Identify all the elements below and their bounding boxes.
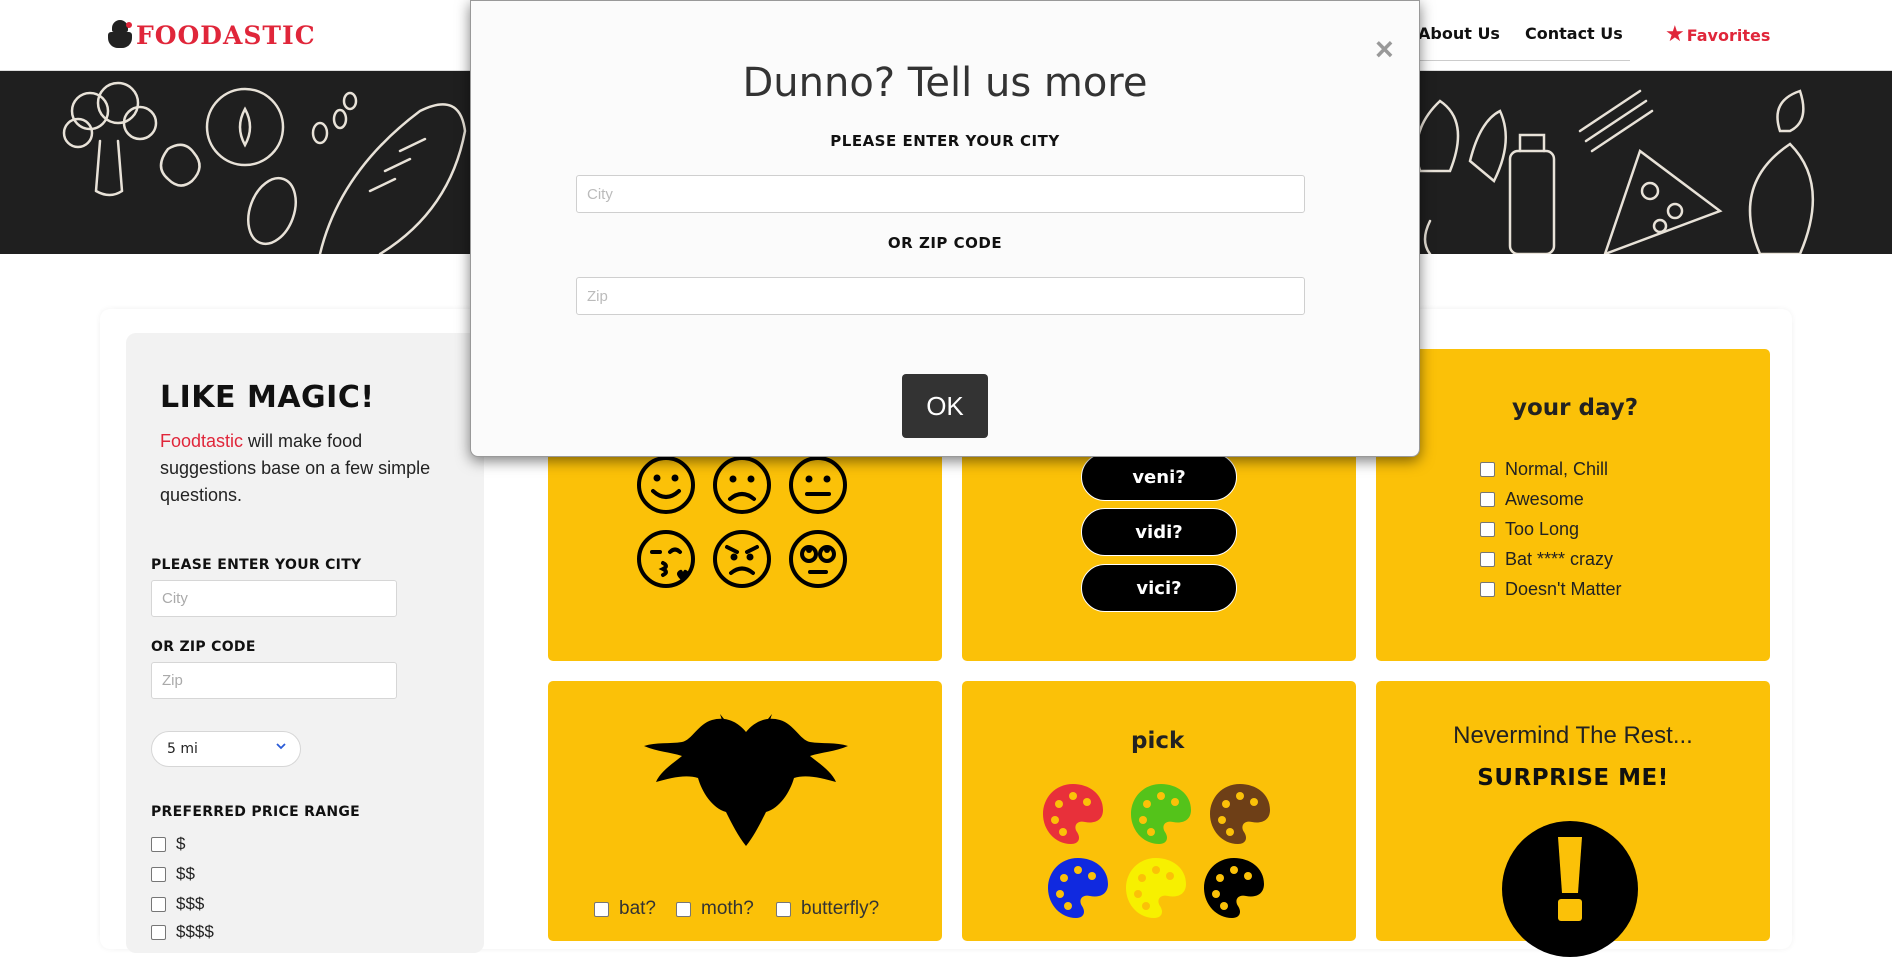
price-label: $$$$ <box>176 922 214 941</box>
palette-icon[interactable] <box>1129 782 1193 846</box>
distance-select[interactable]: 5 mi <box>151 731 301 767</box>
distance-value: 5 mi <box>167 741 198 757</box>
checkbox[interactable] <box>1480 522 1495 537</box>
modal-zip-label: OR ZIP CODE <box>887 234 1003 252</box>
surprise-me-text: SURPRISE ME! <box>1477 765 1669 791</box>
checkbox[interactable] <box>676 901 691 917</box>
modal-zip-input[interactable] <box>576 277 1305 315</box>
checkbox[interactable] <box>594 901 609 917</box>
pick-title: pick <box>1131 728 1185 754</box>
modal-title: Dunno? Tell us more <box>742 60 1148 106</box>
sidebar-description: Foodtastic will make food suggestions ba… <box>160 428 450 509</box>
sidebar-title: LIKE MAGIC! <box>160 380 375 415</box>
nav-contact-link[interactable]: Contact Us <box>1525 24 1623 43</box>
price-label: $$$ <box>176 894 205 913</box>
modal-city-label: PLEASE ENTER YOUR CITY <box>830 132 1060 150</box>
nav-divider <box>1400 60 1630 61</box>
price-label: $$ <box>176 864 195 883</box>
palette-icon[interactable] <box>1208 782 1272 846</box>
day-option[interactable]: Awesome <box>1480 489 1584 510</box>
favorites-label: Favorites <box>1686 25 1771 45</box>
sidebar-zip-label: OR ZIP CODE <box>151 639 256 655</box>
nav-about-link[interactable]: About Us <box>1418 24 1500 43</box>
moth-option[interactable]: moth? <box>676 898 754 920</box>
smile-emoji-icon[interactable] <box>636 455 696 515</box>
checkbox[interactable] <box>1480 582 1495 597</box>
butterfly-option[interactable]: butterfly? <box>776 898 879 920</box>
inkblot-icon <box>644 714 848 846</box>
chef-hat-icon <box>106 20 134 50</box>
chevron-down-icon <box>276 743 286 750</box>
bug-option-label: moth? <box>701 898 754 919</box>
vidi-button[interactable]: vidi? <box>1081 508 1237 556</box>
checkbox[interactable] <box>151 896 166 912</box>
price-option[interactable]: $$$ <box>151 894 204 914</box>
checkbox[interactable] <box>151 924 166 940</box>
kiss-emoji-icon[interactable] <box>636 529 696 589</box>
price-range-label: PREFERRED PRICE RANGE <box>151 804 360 820</box>
palette-icon[interactable] <box>1202 856 1266 920</box>
checkbox[interactable] <box>776 901 791 917</box>
day-option[interactable]: Bat **** crazy <box>1480 549 1613 570</box>
checkbox[interactable] <box>1480 492 1495 507</box>
angry-emoji-icon[interactable] <box>712 529 772 589</box>
price-option[interactable]: $$$$ <box>151 922 214 942</box>
star-icon: ★ <box>1665 22 1685 47</box>
palette-icon[interactable] <box>1046 856 1110 920</box>
day-option[interactable]: Too Long <box>1480 519 1579 540</box>
day-option-label: Awesome <box>1505 489 1584 509</box>
price-option[interactable]: $$ <box>151 864 195 884</box>
your-day-title: your day? <box>1512 395 1639 421</box>
checkbox[interactable] <box>151 866 166 882</box>
bug-option-label: bat? <box>619 898 656 919</box>
day-option-label: Bat **** crazy <box>1505 549 1614 569</box>
eye-roll-emoji-icon[interactable] <box>788 529 848 589</box>
vici-button[interactable]: vici? <box>1081 564 1237 612</box>
palette-icon[interactable] <box>1124 856 1188 920</box>
checkbox[interactable] <box>151 836 166 852</box>
ok-button[interactable]: OK <box>902 374 988 438</box>
sidebar-zip-input[interactable] <box>151 662 397 699</box>
day-option-label: Too Long <box>1505 519 1580 539</box>
palette-icon[interactable] <box>1041 782 1105 846</box>
sidebar-city-label: PLEASE ENTER YOUR CITY <box>151 557 362 573</box>
nevermind-text: Nevermind The Rest... <box>1453 722 1693 749</box>
brand-name: Foodtastic <box>160 431 244 451</box>
logo[interactable]: FOODASTIC <box>106 20 316 50</box>
sidebar-city-input[interactable] <box>151 580 397 617</box>
day-option[interactable]: Doesn't Matter <box>1480 579 1621 600</box>
day-option-label: Doesn't Matter <box>1505 579 1622 599</box>
checkbox[interactable] <box>1480 462 1495 477</box>
modal-city-input[interactable] <box>576 175 1305 213</box>
nav-favorites-link[interactable]: ★ Favorites <box>1665 24 1770 46</box>
bug-option-label: butterfly? <box>801 898 880 919</box>
price-option[interactable]: $ <box>151 834 185 854</box>
neutral-emoji-icon[interactable] <box>788 455 848 515</box>
logo-text: FOODASTIC <box>136 20 316 50</box>
frown-emoji-icon[interactable] <box>712 455 772 515</box>
price-label: $ <box>176 834 186 853</box>
day-option-label: Normal, Chill <box>1505 459 1609 479</box>
checkbox[interactable] <box>1480 552 1495 567</box>
day-option[interactable]: Normal, Chill <box>1480 459 1608 480</box>
veni-button[interactable]: veni? <box>1081 453 1237 501</box>
bat-option[interactable]: bat? <box>594 898 656 920</box>
mood-emoji-grid <box>636 455 848 589</box>
